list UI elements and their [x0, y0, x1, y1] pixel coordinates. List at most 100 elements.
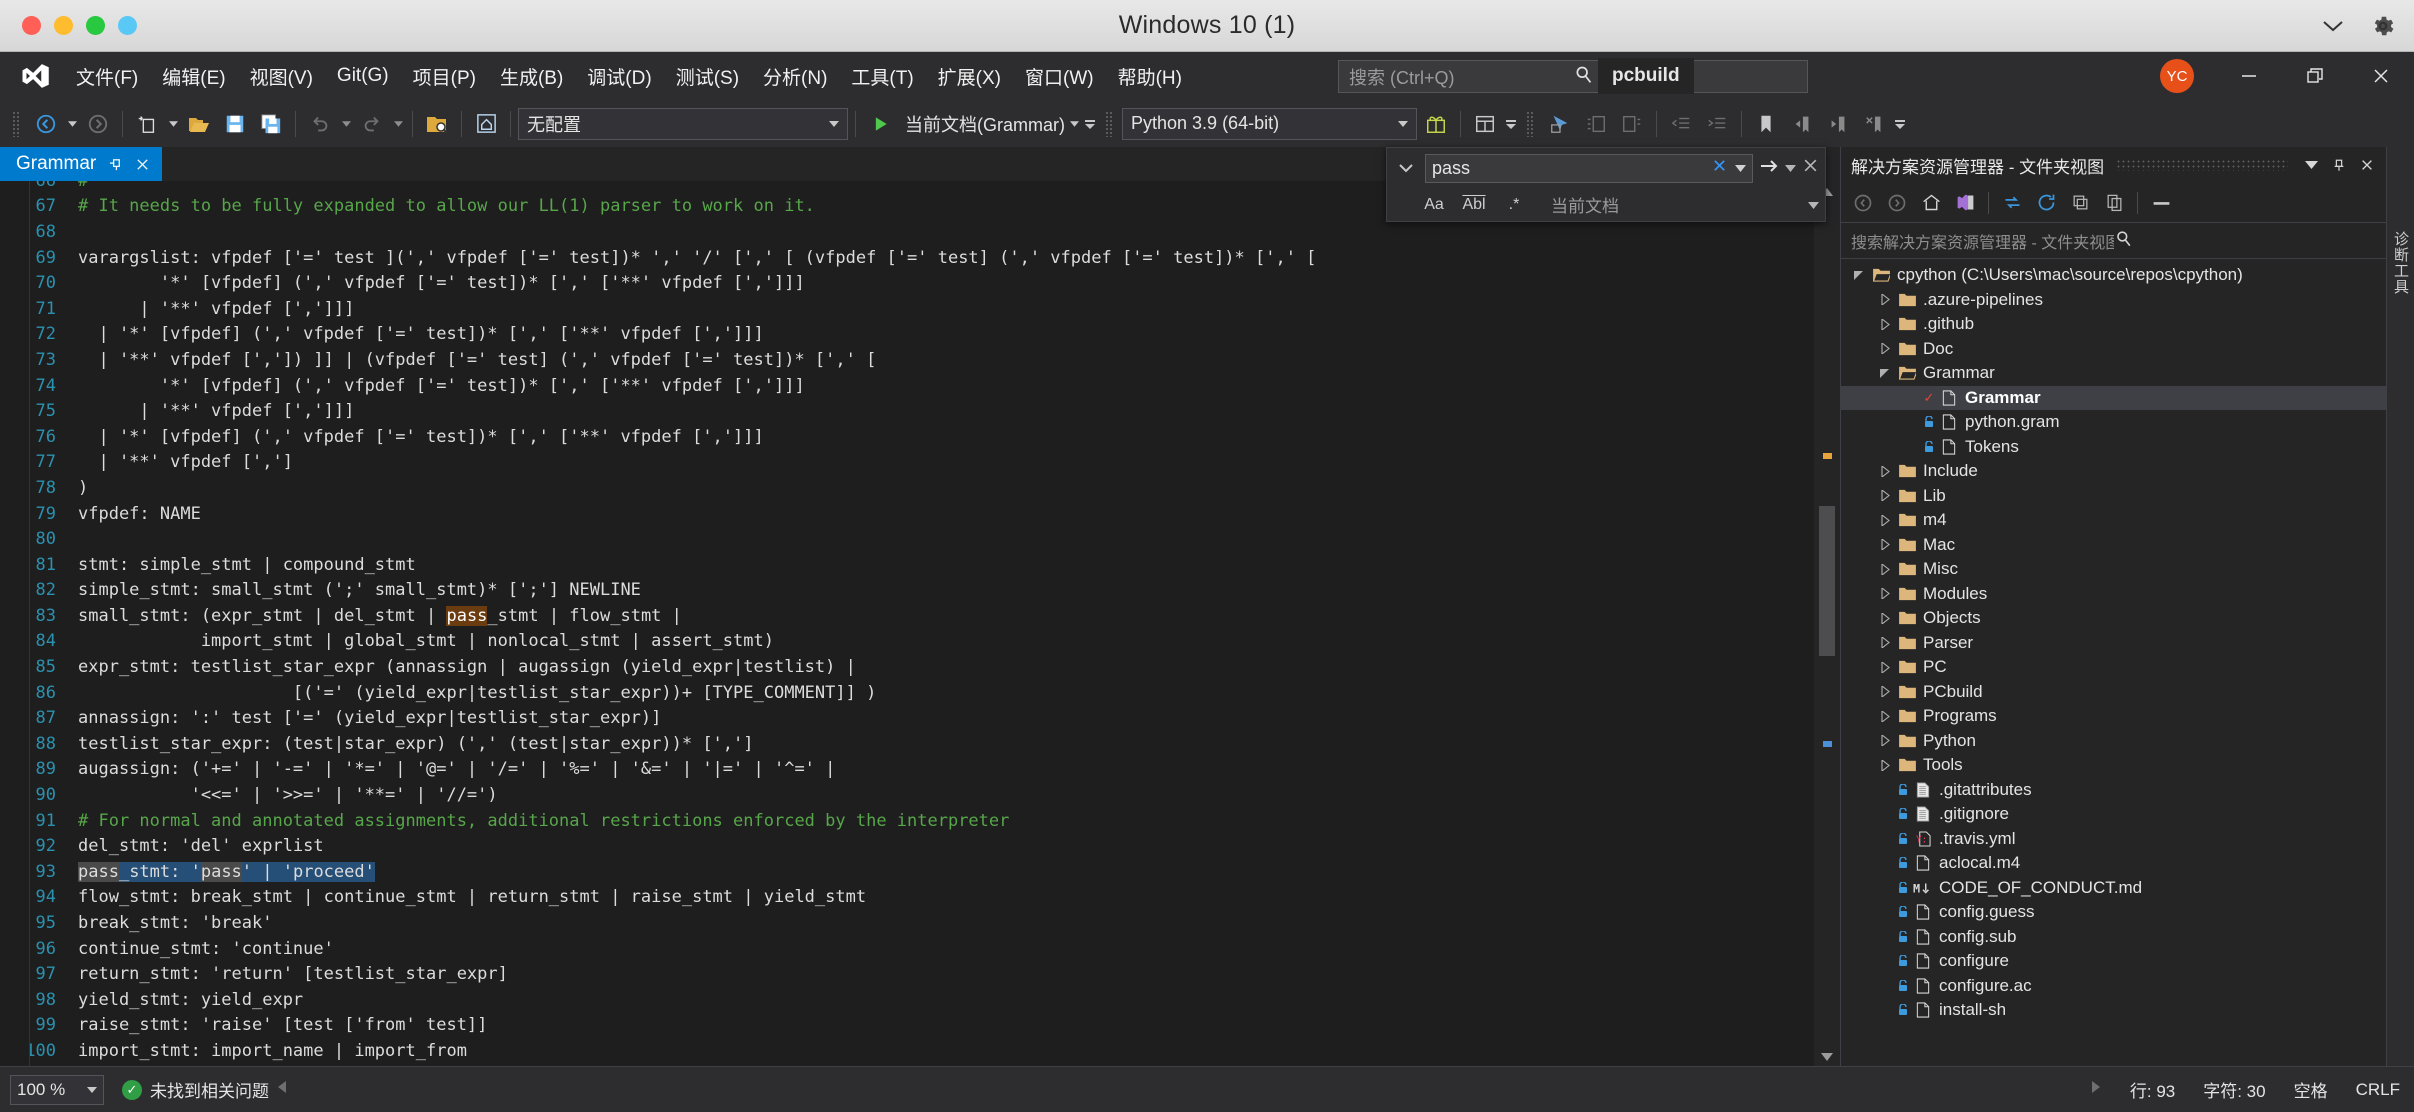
match-case-icon[interactable]: Aa: [1421, 196, 1447, 214]
panel-menu-icon[interactable]: [2300, 161, 2322, 169]
code-text[interactable]: break_stmt: 'break': [72, 913, 272, 933]
code-line[interactable]: 88testlist_star_expr: (test|star_expr) (…: [0, 731, 1840, 757]
uncomment-block-icon[interactable]: [1615, 107, 1649, 141]
tree-item[interactable]: Tokens: [1841, 435, 2386, 460]
tree-item[interactable]: Include: [1841, 459, 2386, 484]
undo-dropdown-icon[interactable]: [339, 107, 353, 141]
find-scope-value[interactable]: 当前文档: [1541, 192, 1794, 217]
code-text[interactable]: simple_stmt: small_stmt (';' small_stmt)…: [72, 580, 641, 600]
tree-item[interactable]: ✓Grammar: [1841, 386, 2386, 411]
refresh-icon[interactable]: [2030, 188, 2062, 218]
code-line[interactable]: 94flow_stmt: break_stmt | continue_stmt …: [0, 885, 1840, 911]
match-whole-word-icon[interactable]: Abl: [1461, 196, 1487, 214]
previous-bookmark-icon[interactable]: [1785, 107, 1819, 141]
tree-item[interactable]: .gitattributes: [1841, 778, 2386, 803]
status-expand-icon[interactable]: [2089, 1079, 2102, 1100]
panel-drag-grip[interactable]: [2116, 159, 2288, 171]
pin-panel-icon[interactable]: [2328, 158, 2350, 173]
configuration-combobox[interactable]: 无配置: [518, 108, 848, 140]
code-line[interactable]: 69varargslist: vfpdef ['=' test ](',' vf…: [0, 245, 1840, 271]
chevron-down-icon[interactable]: [1875, 369, 1895, 378]
menu-file[interactable]: 文件(F): [64, 57, 150, 96]
comment-block-icon[interactable]: [1579, 107, 1613, 141]
code-line[interactable]: 95break_stmt: 'break': [0, 910, 1840, 936]
code-text[interactable]: varargslist: vfpdef ['=' test ](',' vfpd…: [72, 248, 1316, 268]
code-text[interactable]: testlist_star_expr: (test|star_expr) (',…: [72, 734, 754, 754]
layout-dropdown-icon[interactable]: [1504, 107, 1518, 141]
tree-item[interactable]: PC: [1841, 655, 2386, 680]
code-line[interactable]: 89augassign: ('+=' | '-=' | '*=' | '@=' …: [0, 757, 1840, 783]
code-text[interactable]: # It needs to be fully expanded to allow…: [72, 196, 815, 216]
pin-tab-icon[interactable]: [108, 157, 123, 172]
save-all-icon[interactable]: [254, 107, 288, 141]
pointer-select-icon[interactable]: [1543, 107, 1577, 141]
add-package-icon[interactable]: [1419, 107, 1453, 141]
close-find-icon[interactable]: [1802, 157, 1819, 179]
code-line[interactable]: 75 | '**' vfpdef [',']]]: [0, 398, 1840, 424]
menu-tools[interactable]: 工具(T): [839, 57, 925, 96]
chevron-right-icon[interactable]: [1875, 539, 1895, 550]
code-line[interactable]: 79vfpdef: NAME: [0, 501, 1840, 527]
new-file-dropdown-icon[interactable]: [166, 107, 180, 141]
code-text[interactable]: ): [72, 478, 88, 498]
code-line[interactable]: 74 '*' [vfpdef] (',' vfpdef ['=' test])*…: [0, 373, 1840, 399]
chevron-right-icon[interactable]: [1875, 343, 1895, 354]
chevron-right-icon[interactable]: [1875, 564, 1895, 575]
navigate-backward-dropdown-icon[interactable]: [65, 107, 79, 141]
toggle-replace-icon[interactable]: [1393, 163, 1419, 174]
chevron-right-icon[interactable]: [1875, 686, 1895, 697]
toolbar-grip[interactable]: [12, 111, 21, 137]
minimize-button[interactable]: [2216, 52, 2282, 100]
tree-item[interactable]: Programs: [1841, 704, 2386, 729]
chevron-right-icon[interactable]: [1875, 294, 1895, 305]
open-file-icon[interactable]: [182, 107, 216, 141]
code-line[interactable]: 98yield_stmt: yield_expr: [0, 987, 1840, 1013]
toolbar-grip-3[interactable]: [1526, 111, 1535, 137]
code-text[interactable]: return_stmt: 'return' [testlist_star_exp…: [72, 964, 508, 984]
gear-icon[interactable]: [2370, 13, 2396, 39]
code-line[interactable]: 91# For normal and annotated assignments…: [0, 808, 1840, 834]
code-line[interactable]: 82simple_stmt: small_stmt (';' small_stm…: [0, 578, 1840, 604]
code-line[interactable]: 92del_stmt: 'del' exprlist: [0, 833, 1840, 859]
code-line[interactable]: 93pass_stmt: 'pass' | 'proceed': [0, 859, 1840, 885]
code-line[interactable]: 99raise_stmt: 'raise' [test ['from' test…: [0, 1013, 1840, 1039]
decrease-indent-icon[interactable]: [1664, 107, 1698, 141]
start-debug-overflow-icon[interactable]: [1083, 107, 1097, 141]
tree-item[interactable]: .gitignore: [1841, 802, 2386, 827]
code-text[interactable]: import_stmt: import_name | import_from: [72, 1041, 467, 1061]
tree-item[interactable]: Misc: [1841, 557, 2386, 582]
chevron-down-icon[interactable]: [1849, 271, 1869, 280]
tree-item[interactable]: Grammar: [1841, 361, 2386, 386]
menu-view[interactable]: 视图(V): [238, 57, 325, 96]
code-text[interactable]: | '**' vfpdef [',']: [72, 452, 293, 472]
code-text[interactable]: stmt: simple_stmt | compound_stmt: [72, 555, 416, 575]
code-line[interactable]: 77 | '**' vfpdef [',']: [0, 450, 1840, 476]
find-input[interactable]: pass: [1425, 154, 1753, 183]
clear-bookmarks-icon[interactable]: [1857, 107, 1891, 141]
code-line[interactable]: 84 import_stmt | global_stmt | nonlocal_…: [0, 629, 1840, 655]
menu-help[interactable]: 帮助(H): [1106, 57, 1194, 96]
chevron-right-icon[interactable]: [1875, 637, 1895, 648]
platform-combobox[interactable]: Python 3.9 (64-bit): [1122, 108, 1417, 140]
tree-item[interactable]: Y:.travis.yml: [1841, 827, 2386, 852]
code-text[interactable]: del_stmt: 'del' exprlist: [72, 836, 324, 856]
tree-item[interactable]: .github: [1841, 312, 2386, 337]
search-icon[interactable]: [2114, 229, 2377, 253]
use-regex-icon[interactable]: .*: [1501, 196, 1527, 214]
solution-explorer-search-input[interactable]: 搜索解决方案资源管理器 - 文件夹视图(Ctrl+;): [1841, 223, 2386, 259]
chevron-right-icon[interactable]: [1875, 613, 1895, 624]
tree-item[interactable]: PCbuild: [1841, 680, 2386, 705]
code-line[interactable]: 68: [0, 219, 1840, 245]
tab-grammar[interactable]: Grammar: [0, 147, 162, 181]
chevron-right-icon[interactable]: [1875, 662, 1895, 673]
code-text[interactable]: vfpdef: NAME: [72, 504, 201, 524]
toolbar-grip-2[interactable]: [1105, 111, 1114, 137]
find-next-icon[interactable]: [1759, 158, 1779, 179]
code-text[interactable]: | '**' vfpdef [',']]]: [72, 299, 354, 319]
code-line[interactable]: 85expr_stmt: testlist_star_expr (annassi…: [0, 654, 1840, 680]
collapse-all-icon[interactable]: [2064, 188, 2096, 218]
chevron-right-icon[interactable]: [1875, 735, 1895, 746]
close-button[interactable]: [2348, 52, 2414, 100]
menu-analyze[interactable]: 分析(N): [751, 57, 839, 96]
toolbar-overflow-icon[interactable]: [1893, 107, 1907, 141]
